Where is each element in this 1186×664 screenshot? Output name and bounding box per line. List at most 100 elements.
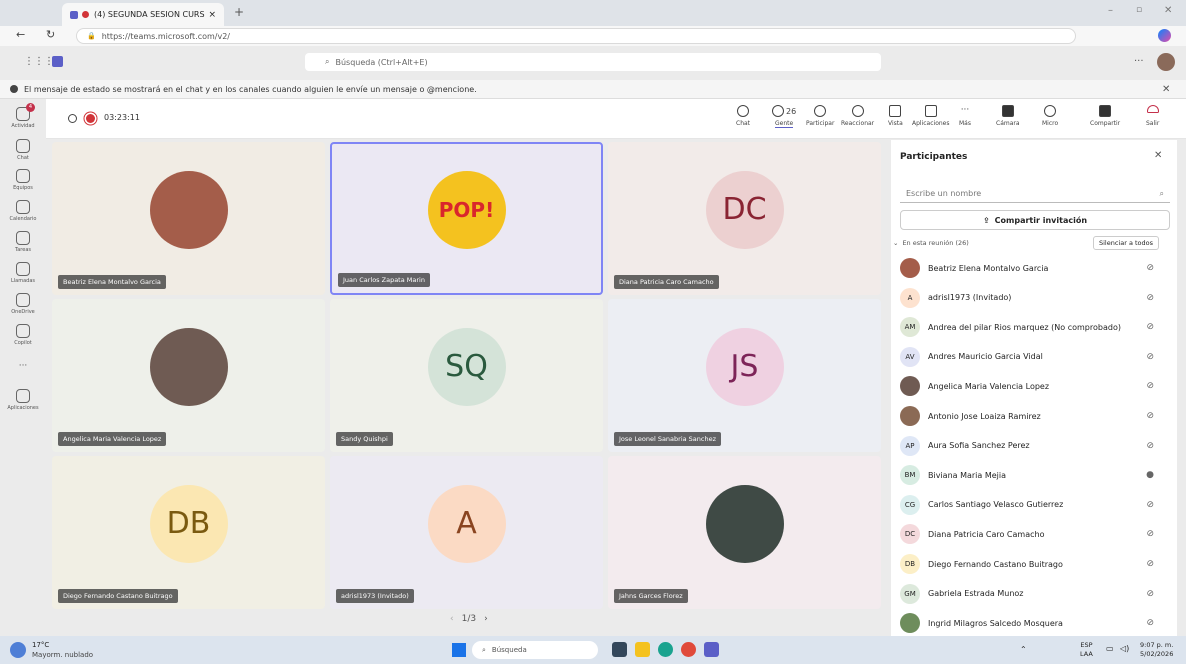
tile-name: Sandy Quishpi (341, 435, 388, 443)
next-page-icon[interactable]: › (484, 614, 488, 624)
participant-row[interactable]: Angelica Maria Valencia Lopez ⊘ (900, 372, 1170, 400)
mute-all-button[interactable]: Silenciar a todos (1093, 236, 1160, 250)
close-panel-icon[interactable]: ✕ (1154, 150, 1162, 161)
user-avatar[interactable] (1157, 53, 1175, 71)
participant-tile[interactable]: Angelica Maria Valencia Lopez (52, 299, 325, 452)
participant-tile[interactable]: DB Diego Fernando Castano Buitrago (52, 456, 325, 609)
taskbar-search-label: Búsqueda (491, 646, 527, 654)
windows-start-icon[interactable] (452, 643, 466, 657)
close-notice-icon[interactable]: ✕ (1162, 84, 1170, 95)
participant-row[interactable]: BM Biviana Maria Mejia ● (900, 461, 1170, 489)
edge-icon[interactable] (658, 642, 673, 657)
close-window-button[interactable]: ✕ (1164, 5, 1172, 16)
info-icon (10, 85, 18, 93)
search-icon: ⌕ (482, 645, 486, 654)
participant-search-placeholder: Escribe un nombre (906, 189, 982, 198)
participant-tile[interactable]: POP! Juan Carlos Zapata Marin (330, 142, 603, 295)
participant-tile[interactable]: DC Diana Patricia Caro Camacho (608, 142, 881, 295)
share-button[interactable]: Compartir (1090, 105, 1120, 127)
participant-row[interactable]: DC Diana Patricia Caro Camacho ⊘ (900, 520, 1170, 548)
rail-item-copilot[interactable]: Copilot (0, 324, 46, 346)
tray-chevron-icon[interactable]: ⌃ (1020, 645, 1027, 654)
camera-button[interactable]: Cámara (996, 105, 1020, 127)
maximize-button[interactable]: ▫ (1136, 5, 1142, 15)
volume-icon[interactable]: ◁) (1120, 644, 1129, 653)
rail-item-onedrive[interactable]: OneDrive (0, 293, 46, 315)
file-explorer-icon[interactable] (635, 642, 650, 657)
avatar: A (427, 484, 506, 563)
tile-name: Jose Leonel Sanabria Sanchez (619, 435, 717, 443)
reload-icon[interactable]: ↻ (46, 28, 55, 41)
rail-item-calendar[interactable]: Calendario (0, 200, 46, 222)
taskbar-search[interactable]: ⌕ Búsqueda (472, 641, 598, 659)
chrome-icon[interactable] (681, 642, 696, 657)
new-tab-button[interactable]: + (234, 5, 244, 19)
participant-tile[interactable]: Aadrisl1973 (Invitado) (330, 456, 603, 609)
raise-hand-button[interactable]: Participar (806, 105, 834, 127)
participant-tile[interactable]: SQ Sandy Quishpi (330, 299, 603, 452)
rail-item-activity[interactable]: 4 Actividad (0, 103, 46, 129)
chat-button[interactable]: Chat (736, 105, 750, 127)
participant-row[interactable]: Aadrisl1973 (Invitado) ⊘ (900, 284, 1170, 312)
apps-button[interactable]: Aplicaciones (912, 105, 949, 127)
participant-row[interactable]: AM Andrea del pilar Rios marquez (No comp… (900, 313, 1170, 341)
participant-row[interactable]: GM Gabriela Estrada Munoz ⊘ (900, 580, 1170, 608)
tile-name-label: Beatriz Elena Montalvo Garcia (58, 275, 166, 289)
profile-icon[interactable] (1158, 29, 1171, 42)
weather-widget[interactable]: 17°C Mayorm. nublado (10, 640, 93, 660)
calendar-icon (16, 200, 30, 214)
more-options-icon[interactable]: ··· (1134, 56, 1144, 67)
search-input[interactable]: ⌕ Búsqueda (Ctrl+Alt+E) (305, 53, 881, 71)
address-bar-row: ← ↻ 🔒 https://teams.microsoft.com/v2/ (0, 26, 1186, 46)
rail-item-teams[interactable]: Equipos (0, 169, 46, 191)
teams-taskbar-icon[interactable] (704, 642, 719, 657)
participant-tile[interactable]: Jahns Garces Florez (608, 456, 881, 609)
taskbar-app-icon[interactable] (612, 642, 627, 657)
participant-row[interactable]: Antonio Jose Loaiza Ramirez ⊘ (900, 402, 1170, 430)
rail-item-tasks[interactable]: Tareas (0, 231, 46, 253)
participant-avatar: GM (900, 583, 920, 604)
share-invite-button[interactable]: ⇪ Compartir invitación (900, 210, 1170, 230)
left-rail: 4 Actividad Chat Equipos Calendario Tare… (0, 99, 46, 636)
mic-off-icon: ⊘ (1146, 588, 1154, 599)
input-language[interactable]: ESP LAA (1080, 641, 1093, 659)
section-header[interactable]: ⌄ En esta reunión (26) (893, 239, 969, 247)
network-icon[interactable]: ▭ (1106, 644, 1114, 653)
app-launcher-icon[interactable]: ⋮⋮⋮ (24, 56, 54, 67)
rail-item-calls[interactable]: Llamadas (0, 262, 46, 284)
react-button[interactable]: Reaccionar (841, 105, 874, 127)
back-arrow-icon[interactable]: ← (16, 28, 25, 41)
participant-name: Biviana Maria Mejia (928, 470, 1007, 480)
close-tab-icon[interactable]: × (208, 10, 216, 20)
participant-tile[interactable]: JS Jose Leonel Sanabria Sanchez (608, 299, 881, 452)
participant-row[interactable]: AV Andres Mauricio Garcia Vidal ⊘ (900, 343, 1170, 371)
view-button[interactable]: Vista (888, 105, 903, 127)
participant-row[interactable]: DB Diego Fernando Castano Buitrago ⊘ (900, 550, 1170, 578)
clock[interactable]: 9:07 p. m. 5/02/2026 (1140, 641, 1173, 659)
participant-tile[interactable]: Beatriz Elena Montalvo Garcia (52, 142, 325, 295)
rail-label: Llamadas (10, 278, 36, 284)
avatar (149, 170, 228, 249)
minimize-button[interactable]: – (1108, 5, 1113, 16)
participant-row[interactable]: Beatriz Elena Montalvo Garcia ⊘ (900, 254, 1170, 282)
more-button[interactable]: ··· Más (959, 105, 971, 127)
hand-icon (814, 105, 827, 117)
rail-more-icon[interactable]: ··· (0, 361, 46, 371)
prev-page-icon[interactable]: ‹ (450, 614, 454, 624)
people-button[interactable]: 26 Gente (772, 105, 796, 128)
participant-row[interactable]: Ingrid Milagros Salcedo Mosquera ⊘ (900, 609, 1170, 637)
browser-tab[interactable]: (4) SEGUNDA SESION CURS × (62, 3, 224, 26)
participant-search-input[interactable]: Escribe un nombre ⌕ (900, 185, 1170, 203)
rail-item-chat[interactable]: Chat (0, 139, 46, 161)
grid-icon (889, 105, 902, 117)
rail-label: Chat (17, 155, 29, 161)
weather-icon (10, 642, 26, 658)
rail-item-apps[interactable]: Aplicaciones (0, 389, 46, 411)
participant-row[interactable]: AP Aura Sofia Sanchez Perez ⊘ (900, 432, 1170, 460)
search-icon: ⌕ (1159, 188, 1164, 198)
participant-row[interactable]: CG Carlos Santiago Velasco Gutierrez ⊘ (900, 491, 1170, 519)
leave-button[interactable]: Salir (1146, 105, 1159, 127)
search-placeholder: Búsqueda (Ctrl+Alt+E) (335, 57, 428, 67)
mic-button[interactable]: Micro (1042, 105, 1058, 127)
url-field[interactable]: 🔒 https://teams.microsoft.com/v2/ (76, 28, 1076, 44)
